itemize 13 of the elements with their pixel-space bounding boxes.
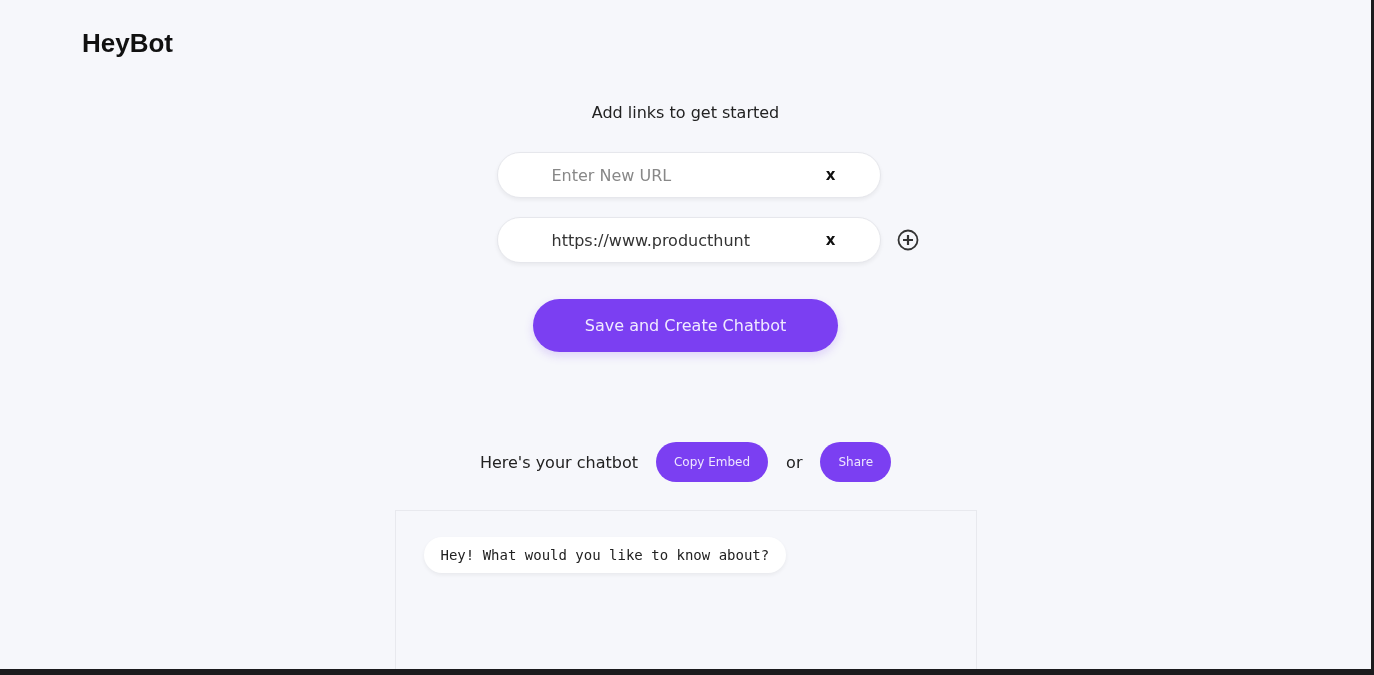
url-input-field[interactable]: https://www.producthunt x [496,217,881,263]
share-button[interactable]: Share [820,442,892,482]
page-heading: Add links to get started [591,103,780,122]
separator-text: or [786,452,803,472]
chatbot-label: Here's your chatbot [479,452,638,472]
add-icon[interactable] [896,229,919,251]
save-button[interactable]: Save and Create Chatbot [533,299,838,352]
copy-embed-button[interactable]: Copy Embed [655,442,769,482]
clear-button[interactable]: x [821,166,840,184]
url-input-field[interactable]: Enter New URL x [496,152,881,198]
clear-button[interactable]: x [821,231,840,249]
app-logo: HeyBot [82,28,173,59]
chat-message: Hey! What would you like to know about? [423,537,787,573]
